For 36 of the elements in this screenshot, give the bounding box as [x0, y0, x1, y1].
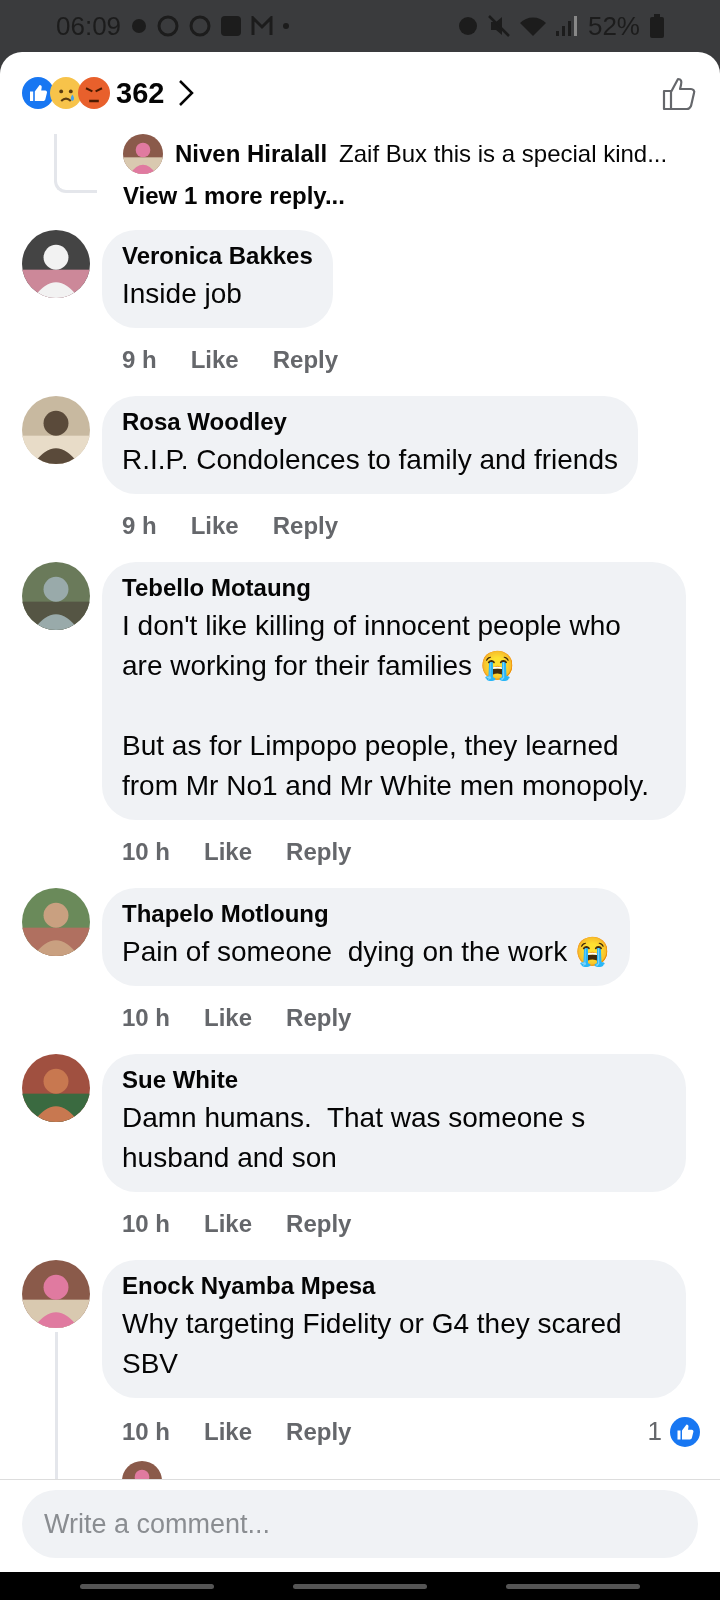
commenter-name[interactable]: Niven Hiralall	[175, 140, 328, 168]
like-link[interactable]: Like	[204, 1004, 253, 1032]
commenter-name[interactable]: Veronica Bakkes	[122, 242, 313, 270]
comment-time: 10 h	[122, 1210, 171, 1238]
comment-time: 9 h	[122, 346, 157, 374]
comment-time: 10 h	[122, 1417, 171, 1446]
commenter-name[interactable]: Rosa Woodley	[122, 408, 618, 436]
reply-link[interactable]: Reply	[272, 346, 339, 374]
comment-text: Inside job	[122, 277, 243, 311]
reaction-count[interactable]: 362	[116, 76, 165, 110]
comment-text: R.I.P. Condolences to family and friends	[122, 443, 618, 477]
commenter-name[interactable]: Enock Nyamba Mpesa	[122, 1272, 666, 1300]
like-count: 1	[647, 1416, 662, 1447]
comment-time: 9 h	[122, 512, 157, 540]
comment-text: Pain of someone dying on the work 😭	[122, 935, 610, 969]
reply-link[interactable]: Reply	[286, 1210, 352, 1238]
like-link[interactable]: Like	[204, 838, 253, 866]
reply-link[interactable]: Reply	[286, 838, 352, 866]
commenter-name[interactable]: Thapelo Motloung	[122, 900, 610, 928]
comment-text: Damn humans. That was someone s husband and son	[122, 1101, 587, 1175]
commenter-name[interactable]: Sue White	[122, 1066, 666, 1094]
comment-input[interactable]: Write a comment...	[22, 1490, 698, 1558]
comment-time: 10 h	[122, 838, 171, 866]
reply-link[interactable]: Reply	[286, 1417, 352, 1446]
like-link[interactable]: Like	[190, 512, 239, 540]
reply-link[interactable]: Reply	[286, 1004, 352, 1032]
like-link[interactable]: Like	[204, 1210, 253, 1238]
comment-text: Why targeting Fidelity or G4 they scared SBV	[122, 1307, 623, 1381]
reply-text: Zaif Bux this is a special kind...	[339, 140, 668, 168]
comment-time: 10 h	[122, 1004, 171, 1032]
like-link[interactable]: Like	[190, 346, 239, 374]
like-link[interactable]: Like	[204, 1417, 253, 1446]
comment-text: I don't like killing of innocent people who are working for their families 😭 But as for Limpopo people, they learned from Mr No1 and Mr White men monopoly.	[122, 609, 650, 803]
commenter-name[interactable]: Tebello Motaung	[122, 574, 666, 602]
view-more-replies-link[interactable]: View 1 more reply...	[123, 182, 345, 210]
reply-link[interactable]: Reply	[272, 512, 339, 540]
